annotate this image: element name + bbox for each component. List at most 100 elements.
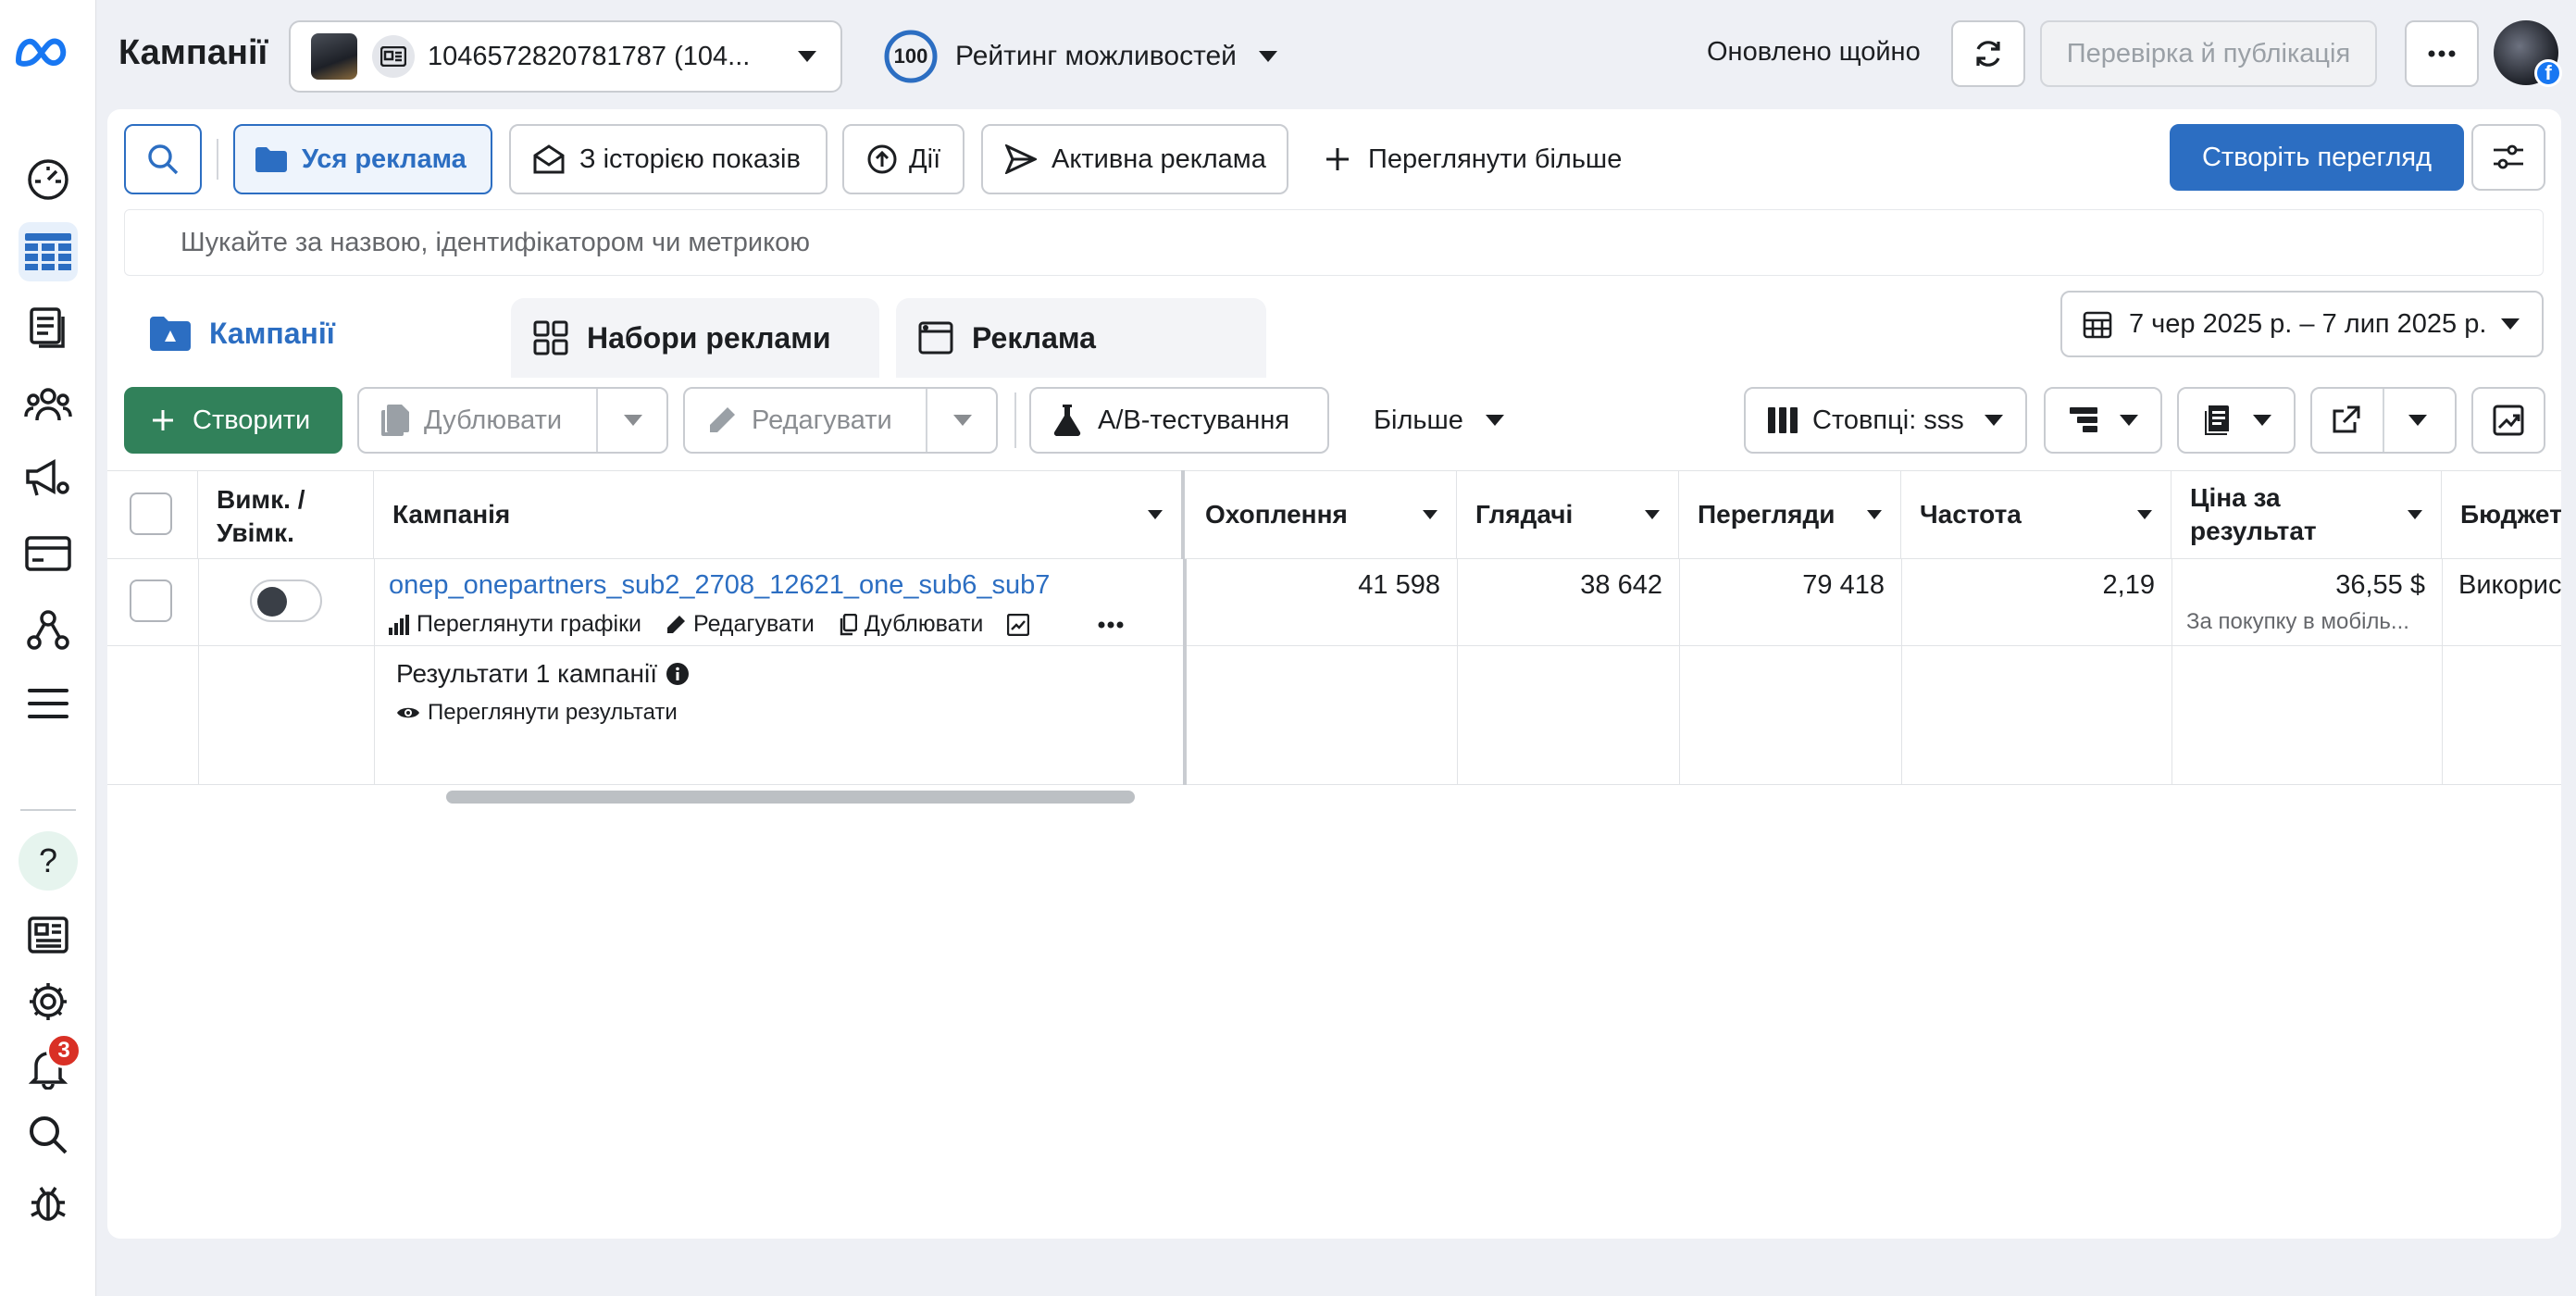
business-assets-icon[interactable] xyxy=(19,600,78,659)
edit-action-label: Редагувати xyxy=(693,611,815,637)
settings-gear-icon[interactable] xyxy=(19,972,78,1031)
active-ads-filter-label: Активна реклама xyxy=(1052,143,1266,174)
header-reach[interactable]: Охоплення xyxy=(1187,470,1457,559)
header-campaign[interactable]: Кампанія xyxy=(374,470,1185,559)
with-delivery-filter[interactable]: З історією показів xyxy=(509,124,828,194)
horizontal-scrollbar[interactable] xyxy=(446,791,1135,804)
tab-ad-sets[interactable]: Набори реклами xyxy=(511,298,879,378)
sliders-icon xyxy=(2492,143,2525,171)
cost-per-result-note: За покупку в мобіль... xyxy=(2186,609,2409,634)
duplicate-action[interactable]: Дублювати xyxy=(839,611,983,638)
profile-avatar[interactable]: f xyxy=(2494,20,2562,87)
with-delivery-filter-label: З історією показів xyxy=(579,143,801,174)
notifications-bell-icon[interactable]: 3 xyxy=(19,1033,81,1098)
more-options-button[interactable] xyxy=(2405,20,2479,87)
select-all-checkbox[interactable] xyxy=(130,492,172,535)
reports-dropdown[interactable] xyxy=(2177,387,2296,454)
header-frequency[interactable]: Частота xyxy=(1901,470,2172,559)
billing-card-icon[interactable] xyxy=(19,524,78,583)
column-divider xyxy=(1457,559,1458,785)
row-checkbox[interactable] xyxy=(130,579,172,622)
view-settings-button[interactable] xyxy=(2471,124,2545,191)
opportunity-score-ring: 100 xyxy=(883,29,939,84)
frequency-value: 2,19 xyxy=(2102,570,2155,600)
left-rail: ? 3 xyxy=(0,0,96,1296)
search-input[interactable]: Шукайте за назвою, ідентифікатором чи ме… xyxy=(124,209,2544,276)
news-feed-icon[interactable] xyxy=(19,905,78,965)
more-dropdown[interactable]: Більше xyxy=(1374,387,1504,454)
actions-filter[interactable]: Дії xyxy=(842,124,964,194)
more-horizontal-icon xyxy=(2428,50,2456,57)
header-views[interactable]: Перегляди xyxy=(1679,470,1901,559)
bug-report-icon[interactable] xyxy=(19,1172,78,1231)
active-ads-filter[interactable]: Активна реклама xyxy=(981,124,1288,194)
trend-chart-icon xyxy=(2493,405,2524,436)
envelope-open-icon xyxy=(533,144,565,174)
create-button[interactable]: Створити xyxy=(124,387,342,454)
breakdown-dropdown[interactable] xyxy=(2044,387,2162,454)
all-ads-filter[interactable]: Уся реклама xyxy=(233,124,492,194)
chevron-down-icon[interactable] xyxy=(624,415,642,426)
row-more-action[interactable] xyxy=(1098,621,1131,629)
ad-account-selector[interactable]: 1046572820781787 (104... xyxy=(289,20,842,93)
column-divider xyxy=(374,559,375,785)
search-button[interactable] xyxy=(124,124,202,194)
view-charts-action[interactable]: Переглянути графіки xyxy=(389,611,641,638)
opportunity-score-dropdown[interactable]: 100 Рейтинг можливостей xyxy=(883,28,1277,85)
view-results-link[interactable]: Переглянути результати xyxy=(396,700,678,726)
create-view-button[interactable]: Створіть перегляд xyxy=(2170,124,2464,191)
sort-caret-icon xyxy=(1867,510,1882,519)
tab-ads[interactable]: Реклама xyxy=(896,298,1266,378)
trend-chart-icon xyxy=(1007,613,1037,636)
edit-button[interactable]: Редагувати xyxy=(683,387,998,454)
audiences-icon[interactable] xyxy=(19,374,78,433)
refresh-button[interactable] xyxy=(1951,20,2025,87)
export-dropdown[interactable] xyxy=(2310,387,2457,454)
campaign-toggle[interactable] xyxy=(250,579,322,622)
header-cost-per-result[interactable]: Ціна за результат xyxy=(2172,470,2442,559)
pages-icon[interactable] xyxy=(19,298,78,357)
chevron-down-icon xyxy=(1485,415,1504,426)
split-divider xyxy=(2383,389,2384,452)
cost-per-result-value: 36,55 $ xyxy=(2335,570,2425,600)
search-icon xyxy=(147,143,179,175)
summary-label: Результати 1 кампанії xyxy=(396,659,657,688)
duplicate-button[interactable]: Дублювати xyxy=(357,387,668,454)
campaign-settings-megaphone-icon[interactable] xyxy=(19,448,78,507)
split-divider xyxy=(926,389,927,452)
review-publish-button[interactable]: Перевірка й публікація xyxy=(2040,20,2377,87)
reports-icon xyxy=(2203,405,2233,435)
trend-action[interactable] xyxy=(1007,613,1037,636)
header-toggle[interactable]: Вимк. / Увімк. xyxy=(198,470,374,559)
date-range-picker[interactable]: 7 чер 2025 р. – 7 лип 2025 р. xyxy=(2060,291,2544,357)
account-id-label: 1046572820781787 (104... xyxy=(428,41,751,71)
see-more-filters[interactable]: Переглянути більше xyxy=(1325,124,1622,194)
info-icon[interactable] xyxy=(666,663,689,685)
charts-button[interactable] xyxy=(2471,387,2545,454)
search-icon[interactable] xyxy=(19,1105,78,1165)
ads-manager-table-icon[interactable] xyxy=(19,222,78,281)
dashboard-gauge-icon[interactable] xyxy=(19,150,78,209)
ab-test-button[interactable]: A/B-тестування xyxy=(1029,387,1329,454)
header-budget[interactable]: Бюджет xyxy=(2442,470,2561,559)
help-question-icon[interactable]: ? xyxy=(19,831,78,891)
rail-divider xyxy=(20,809,76,811)
ad-window-icon xyxy=(918,321,953,355)
tab-campaigns[interactable]: Кампанії xyxy=(124,289,494,378)
columns-label: Стовпці: sss xyxy=(1812,405,1964,435)
header-viewers[interactable]: Глядачі xyxy=(1457,470,1679,559)
campaign-name-link[interactable]: onep_onepartners_sub2_2708_12621_one_sub… xyxy=(389,570,1050,601)
duplicate-button-label: Дублювати xyxy=(424,405,563,435)
export-icon[interactable] xyxy=(2331,405,2360,435)
breakdown-icon xyxy=(2070,407,2097,433)
frozen-column-divider[interactable] xyxy=(1183,559,1187,785)
meta-logo-icon[interactable] xyxy=(13,35,68,67)
edit-action[interactable]: Редагувати xyxy=(666,611,815,638)
create-button-label: Створити xyxy=(193,405,311,435)
menu-hamburger-icon[interactable] xyxy=(19,674,78,733)
columns-dropdown[interactable]: Стовпці: sss xyxy=(1744,387,2027,454)
header-budget-label: Бюджет xyxy=(2460,500,2561,529)
chevron-down-icon[interactable] xyxy=(2408,415,2427,426)
chevron-down-icon[interactable] xyxy=(953,415,972,426)
ab-test-label: A/B-тестування xyxy=(1098,405,1290,435)
